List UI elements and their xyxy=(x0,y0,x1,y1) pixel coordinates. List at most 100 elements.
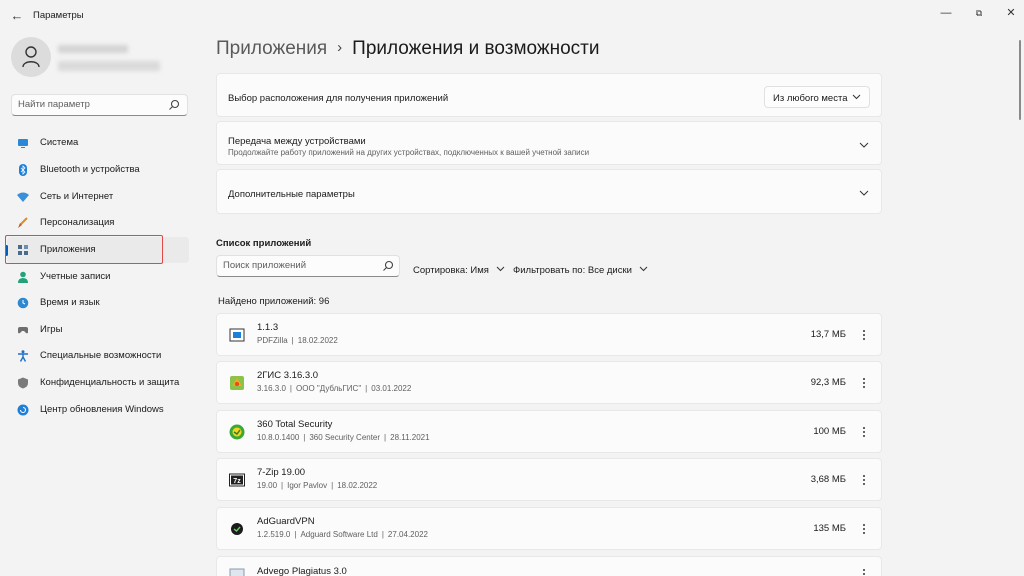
person-icon xyxy=(22,46,40,68)
breadcrumb-parent[interactable]: Приложения xyxy=(216,38,327,59)
globe-clock-icon xyxy=(17,297,29,309)
sidebar-item-accounts[interactable]: Учетные записи xyxy=(7,264,189,290)
wifi-icon xyxy=(17,192,29,202)
app-name: 1.1.3 xyxy=(257,322,279,333)
sidebar-item-time-language[interactable]: Время и язык xyxy=(7,290,189,316)
brush-icon xyxy=(18,217,28,228)
filter-label: Фильтровать по: xyxy=(513,265,586,276)
sidebar-item-label: Система xyxy=(40,137,79,148)
app-name: 7-Zip 19.00 xyxy=(257,467,306,478)
app-source-title: Выбор расположения для получения приложе… xyxy=(228,93,449,104)
app-size: 135 МБ xyxy=(813,523,846,534)
advego-icon xyxy=(229,568,245,576)
advanced-settings-card[interactable]: Дополнительные параметры xyxy=(216,169,882,214)
sidebar-item-accessibility[interactable]: Специальные возможности xyxy=(7,343,189,369)
update-icon xyxy=(17,404,29,416)
advanced-title: Дополнительные параметры xyxy=(228,189,355,200)
more-options-icon[interactable] xyxy=(859,471,869,489)
app-name: 2ГИС 3.16.3.0 xyxy=(257,370,319,381)
app-source-dropdown[interactable]: Из любого места xyxy=(764,86,870,108)
table-row[interactable]: Advego Plagiatus 3.0 xyxy=(216,556,882,576)
sidebar-item-gaming[interactable]: Игры xyxy=(7,317,189,343)
share-title: Передача между устройствами xyxy=(228,136,366,147)
page-title: Приложения и возможности xyxy=(352,38,600,59)
app-source-card: Выбор расположения для получения приложе… xyxy=(216,73,882,117)
chevron-down-icon[interactable] xyxy=(859,140,869,150)
more-options-icon[interactable] xyxy=(859,423,869,441)
settings-search-input[interactable] xyxy=(18,99,168,110)
sidebar-item-label: Конфиденциальность и защита xyxy=(40,377,180,388)
more-options-icon[interactable] xyxy=(859,565,869,576)
sidebar-item-network[interactable]: Сеть и Интернет xyxy=(7,184,189,210)
search-icon[interactable] xyxy=(382,260,394,272)
sidebar-item-label: Время и язык xyxy=(40,297,100,308)
app-source-value: Из любого места xyxy=(773,93,848,104)
settings-search-box xyxy=(11,94,188,116)
table-row[interactable]: 7z 7-Zip 19.00 19.00 | Igor Pavlov | 18.02.2… xyxy=(216,458,882,501)
chevron-down-icon xyxy=(639,267,647,272)
sidebar-item-label: Персонализация xyxy=(40,217,115,228)
sidebar-item-label: Учетные записи xyxy=(40,271,111,282)
sidebar-item-system[interactable]: Система xyxy=(7,130,189,156)
table-row[interactable]: AdGuardVPN 1.2.519.0 | Adguard Software Lt… xyxy=(216,507,882,550)
sidebar-item-label: Bluetooth и устройства xyxy=(40,164,140,175)
sort-control[interactable]: Сортировка: Имя xyxy=(413,265,505,276)
filter-value: Все диски xyxy=(587,265,632,276)
360-security-icon xyxy=(229,424,245,440)
person-icon xyxy=(18,271,28,283)
sort-value: Имя xyxy=(470,265,489,276)
apps-found-count: Найдено приложений: 96 xyxy=(218,296,330,307)
avatar[interactable] xyxy=(11,37,51,77)
gamepad-icon xyxy=(18,327,28,334)
app-name: 360 Total Security xyxy=(257,419,333,430)
minimize-button[interactable]: — xyxy=(933,4,959,22)
user-name-redacted xyxy=(58,45,128,53)
app-size: 92,3 МБ xyxy=(810,377,846,388)
svg-text:7z: 7z xyxy=(233,478,241,485)
filter-control[interactable]: Фильтровать по: Все диски xyxy=(513,265,648,276)
selection-highlight-outline xyxy=(5,235,163,264)
app-meta: 19.00 | Igor Pavlov | 18.02.2022 xyxy=(257,481,378,490)
app-name: AdGuardVPN xyxy=(257,516,315,527)
more-options-icon[interactable] xyxy=(859,326,869,344)
app-size: 100 МБ xyxy=(813,426,846,437)
more-options-icon[interactable] xyxy=(859,374,869,392)
app-meta: 10.8.0.1400 | 360 Security Center | 28.11.20… xyxy=(257,433,430,442)
bluetooth-icon xyxy=(19,164,27,176)
sidebar-item-privacy[interactable]: Конфиденциальность и защита xyxy=(7,370,189,396)
table-row[interactable]: 2ГИС 3.16.3.0 3.16.3.0 | ООО "ДубльГИС" | 03… xyxy=(216,361,882,404)
app-meta: PDFZilla | 18.02.2022 xyxy=(257,336,338,345)
user-email-redacted xyxy=(58,61,160,71)
7zip-icon: 7z xyxy=(229,473,245,487)
search-icon[interactable] xyxy=(168,99,180,111)
scrollbar[interactable] xyxy=(1019,40,1021,120)
more-options-icon[interactable] xyxy=(859,520,869,538)
sidebar-item-label: Специальные возможности xyxy=(40,350,162,361)
table-row[interactable]: 1.1.3 PDFZilla | 18.02.2022 13,7 МБ xyxy=(216,313,882,356)
breadcrumb: Приложения › Приложения и возможности xyxy=(216,38,599,60)
table-row[interactable]: 360 Total Security 10.8.0.1400 | 360 Secur… xyxy=(216,410,882,453)
sidebar-item-label: Центр обновления Windows xyxy=(40,404,164,415)
sidebar-item-label: Сеть и Интернет xyxy=(40,191,114,202)
pdfzilla-icon xyxy=(229,328,245,342)
close-button[interactable]: ✕ xyxy=(998,4,1024,22)
sidebar-item-bluetooth[interactable]: Bluetooth и устройства xyxy=(7,157,189,183)
app-search-input[interactable] xyxy=(223,260,373,271)
2gis-icon xyxy=(230,376,244,390)
sidebar-item-windows-update[interactable]: Центр обновления Windows xyxy=(7,397,189,423)
shield-icon xyxy=(18,377,28,389)
adguard-vpn-icon xyxy=(231,523,243,535)
back-arrow-icon[interactable]: ← xyxy=(8,7,26,25)
maximize-button[interactable]: ⧉ xyxy=(966,4,992,22)
monitor-icon xyxy=(18,139,28,148)
app-search-box xyxy=(216,255,400,277)
window-title: Параметры xyxy=(33,10,84,21)
app-meta: 3.16.3.0 | ООО "ДубльГИС" | 03.01.2022 xyxy=(257,384,412,393)
chevron-down-icon[interactable] xyxy=(859,188,869,198)
app-meta: 1.2.519.0 | Adguard Software Ltd | 27.04.202… xyxy=(257,530,428,539)
breadcrumb-separator: › xyxy=(337,39,343,56)
share-subtitle: Продолжайте работу приложений на других … xyxy=(228,148,590,157)
sidebar-item-personalization[interactable]: Персонализация xyxy=(7,210,189,236)
share-across-devices-card[interactable]: Передача между устройствами Продолжайте … xyxy=(216,121,882,165)
app-size: 13,7 МБ xyxy=(810,329,846,340)
